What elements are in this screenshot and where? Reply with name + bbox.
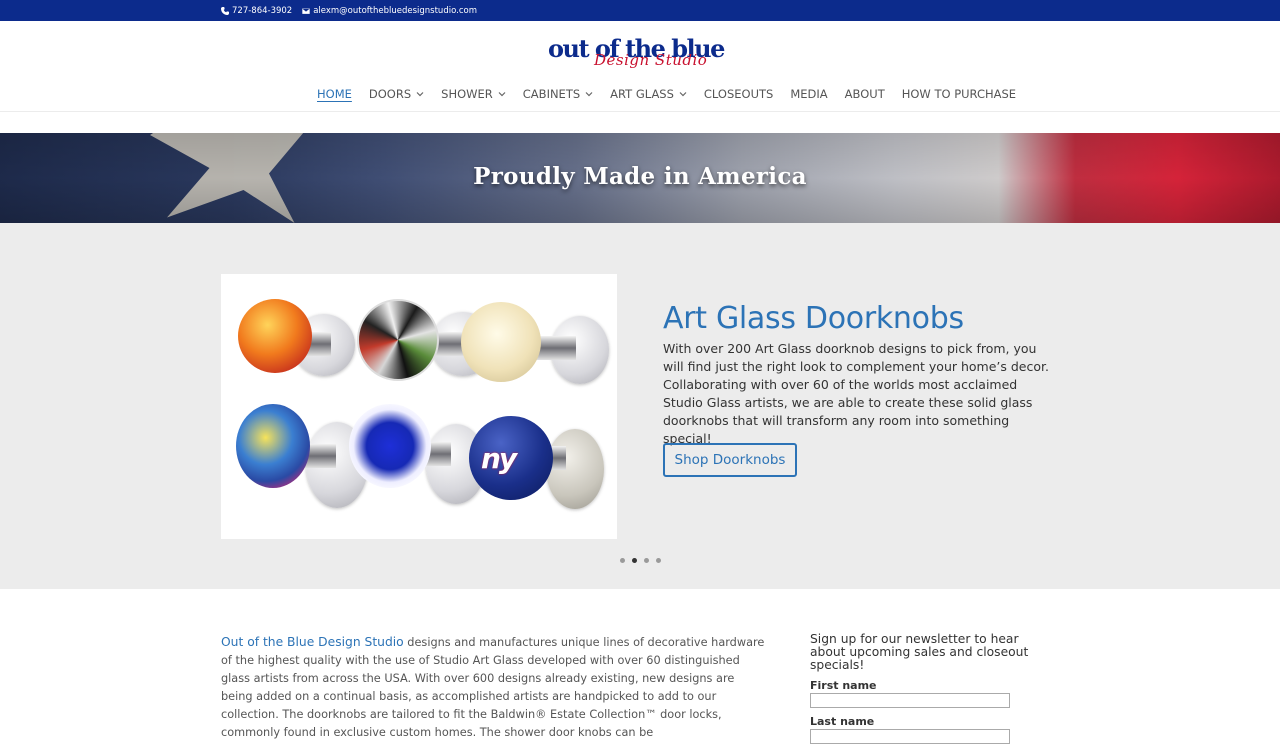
nav-label: HOW TO PURCHASE [901,87,1017,101]
hero-banner: Proudly Made in America [0,133,1280,223]
featured-slider: ny Art Glass Doorknobs With over 200 Art… [0,223,1280,589]
nav-label: ART GLASS [610,87,674,101]
chevron-down-icon [416,92,424,97]
phone-contact[interactable]: 727-864-3902 [221,6,292,16]
slider-dot[interactable] [644,558,649,563]
nav-item-closeouts[interactable]: CLOSEOUTS [704,87,773,101]
chevron-down-icon [498,92,506,97]
nav-item-doors[interactable]: DOORS [369,87,424,101]
nav-label: MEDIA [790,87,828,101]
nav-label: DOORS [368,87,412,101]
intro-paragraph: Out of the Blue Design Studio designs an… [221,633,766,742]
logo-subtitle: Design Studio [594,51,708,69]
nav-item-art-glass[interactable]: ART GLASS [610,87,687,101]
phone-icon [221,6,229,15]
nav-label: SHOWER [441,87,493,101]
site-header: out of the blue Design Studio HOME DOORS… [0,21,1280,112]
nav-label: CABINETS [522,87,581,101]
nav-item-about[interactable]: ABOUT [845,87,885,101]
first-name-field[interactable] [810,693,1010,708]
slider-dot-active[interactable] [632,558,637,563]
nav-label: CLOSEOUTS [703,87,774,101]
slide-description: With over 200 Art Glass doorknob designs… [663,341,1049,446]
newsletter-signup: Sign up for our newsletter to hear about… [810,633,1050,744]
floral-glass-knob [236,404,310,488]
first-name-label: First name [810,679,877,692]
chevron-down-icon [679,92,687,97]
phone-number: 727-864-3902 [232,5,293,16]
nav-item-cabinets[interactable]: CABINETS [523,87,593,101]
chevron-down-icon [585,92,593,97]
millefiori-knob [238,299,312,373]
ny-logo-graphic: ny [481,442,517,475]
top-bar: 727-864-3902 alexm@outofthebluedesignstu… [0,0,1280,21]
blue-bubble-knob [349,404,431,488]
intro-text: designs and manufactures unique lines of… [221,636,765,739]
slider-dot[interactable] [620,558,625,563]
slider-dot[interactable] [656,558,661,563]
slide-title: Art Glass Doorknobs [663,301,964,336]
last-name-field[interactable] [810,729,1010,744]
site-logo[interactable]: out of the blue Design Studio [546,36,736,74]
email-address: alexm@outofthebluedesignstudio.com [313,5,477,16]
brand-link[interactable]: Out of the Blue Design Studio [221,635,404,649]
shop-doorknobs-button[interactable]: Shop Doorknobs [663,443,797,477]
pearl-knob [461,302,541,382]
nav-item-how-to-purchase[interactable]: HOW TO PURCHASE [902,87,1016,101]
email-contact[interactable]: alexm@outofthebluedesignstudio.com [302,6,477,16]
intro-section: Out of the Blue Design Studio designs an… [0,589,1280,744]
main-nav: HOME DOORS SHOWER CABINETS ART GLASS CLO… [317,87,1033,101]
nav-item-home[interactable]: HOME [317,87,352,101]
last-name-label: Last name [810,715,875,728]
nav-label: HOME [317,87,352,101]
newsletter-lead: Sign up for our newsletter to hear about… [810,632,1029,672]
slider-pagination [620,558,661,563]
banner-title: Proudly Made in America [473,163,807,190]
doorknobs-product-image[interactable]: ny [221,274,617,539]
abstract-glass-knob [357,299,439,381]
envelope-icon [302,6,311,15]
nav-item-media[interactable]: MEDIA [790,87,827,101]
nav-label: ABOUT [844,87,885,101]
nav-item-shower[interactable]: SHOWER [441,87,506,101]
